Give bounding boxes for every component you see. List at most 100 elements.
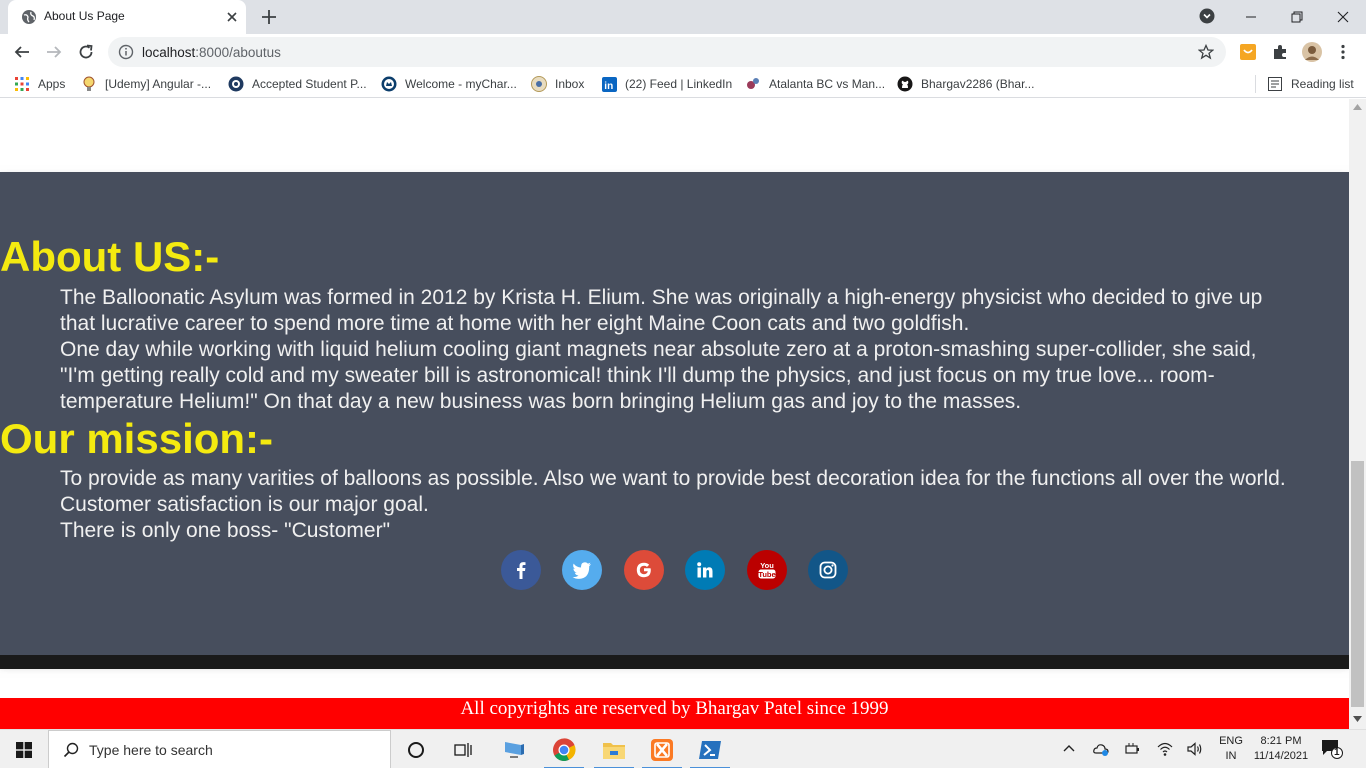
mission-line-3: There is only one boss- "Customer" [60, 519, 391, 542]
task-view-icon [454, 742, 472, 757]
taskbar-app-chrome[interactable] [540, 730, 588, 768]
folder-icon [603, 742, 625, 759]
linkedin-link[interactable] [685, 550, 725, 590]
wifi-icon[interactable] [1157, 741, 1173, 757]
forward-arrow-icon[interactable] [45, 43, 63, 61]
bookmark-github[interactable]: Bhargav2286 (Bhar... [897, 76, 1034, 92]
bookmark-star-icon[interactable] [1198, 44, 1214, 60]
address-bar[interactable]: localhost:8000/aboutus [108, 37, 1226, 67]
browser-toolbar: localhost:8000/aboutus [0, 34, 1366, 70]
clock-date: 11/14/2021 [1253, 750, 1309, 762]
twitter-icon [572, 562, 591, 579]
reload-icon[interactable] [77, 43, 95, 61]
bookmark-label: Inbox [555, 77, 585, 91]
taskbar-app-network[interactable] [490, 730, 538, 768]
tray-chevron-up-icon[interactable] [1061, 741, 1077, 757]
mission-text: To provide as many varities of balloons … [60, 466, 1289, 544]
search-icon [63, 742, 79, 758]
cortana-circle-icon [408, 741, 424, 758]
apps-grid-icon [14, 76, 30, 92]
reading-list-button[interactable]: Reading list [1267, 76, 1354, 92]
new-tab-plus-icon[interactable] [260, 8, 278, 26]
monitor-app-icon [505, 741, 524, 758]
reading-list-icon [1267, 76, 1283, 92]
task-view-button[interactable] [440, 730, 488, 768]
menu-kebab-icon[interactable] [1334, 43, 1352, 61]
volume-icon[interactable] [1187, 741, 1203, 757]
language-indicator[interactable]: ENG IN [1214, 734, 1248, 764]
region-code: IN [1225, 750, 1237, 762]
url-path: :8000/aboutus [195, 45, 281, 60]
site-info-icon[interactable] [118, 44, 134, 60]
bookmarks-separator [1255, 75, 1256, 93]
university-seal-icon [228, 76, 244, 92]
chrome-icon [553, 737, 576, 761]
windows-logo-icon [16, 741, 32, 758]
restore-button[interactable] [1274, 0, 1320, 34]
udemy-bulb-icon [81, 76, 97, 92]
extensions-puzzle-icon[interactable] [1271, 43, 1289, 61]
url-host: localhost [142, 45, 196, 60]
close-window-button[interactable] [1320, 0, 1366, 34]
cortana-button[interactable] [392, 730, 440, 768]
instagram-link[interactable] [808, 550, 848, 590]
tab-search-chevron-icon[interactable] [1199, 8, 1215, 24]
bookmark-apps[interactable]: Apps [14, 76, 65, 92]
close-tab-icon[interactable] [224, 9, 240, 25]
google-link[interactable] [624, 550, 664, 590]
taskbar-app-xampp[interactable] [638, 730, 686, 768]
bookmark-label: Welcome - myChar... [405, 77, 517, 91]
url-text: localhost:8000/aboutus [142, 45, 281, 60]
bookmark-linkedin[interactable]: in (22) Feed | LinkedIn [601, 76, 732, 92]
back-arrow-icon[interactable] [13, 43, 31, 61]
bookmark-label: Bhargav2286 (Bhar... [921, 77, 1035, 91]
clock[interactable]: 8:21 PM 11/14/2021 [1248, 734, 1314, 764]
google-icon [636, 562, 651, 578]
bookmark-label: (22) Feed | LinkedIn [625, 77, 733, 91]
reading-list-label: Reading list [1291, 77, 1354, 91]
vertical-scrollbar[interactable] [1349, 99, 1366, 729]
windows-taskbar: Type here to search ENG IN 8:21 PM 11/14… [0, 729, 1366, 768]
battery-plug-icon[interactable] [1125, 741, 1141, 757]
minimize-icon [1246, 16, 1256, 18]
scrollbar-thumb[interactable] [1351, 461, 1364, 707]
facebook-link[interactable] [501, 550, 541, 590]
svg-text:in: in [604, 81, 613, 92]
mission-heading: Our mission:- [0, 415, 274, 462]
taskbar-search-box[interactable]: Type here to search [48, 730, 391, 768]
bookmarks-bar: Apps [Udemy] Angular -... Accepted Stude… [0, 70, 1366, 98]
profile-avatar[interactable] [1302, 42, 1322, 62]
bookmark-label: Atalanta BC vs Man... [769, 77, 886, 91]
bookmark-accepted-student[interactable]: Accepted Student P... [228, 76, 367, 92]
page-viewport: About US:- The Balloonatic Asylum was fo… [0, 99, 1366, 729]
onedrive-sync-icon[interactable] [1093, 741, 1109, 757]
taskbar-app-file-explorer[interactable] [590, 730, 638, 768]
youtube-link[interactable]: You Tube [747, 550, 787, 590]
taskbar-app-powershell[interactable] [686, 730, 734, 768]
notification-count: 1 [1334, 747, 1340, 758]
bookmark-mychar[interactable]: Welcome - myChar... [381, 76, 517, 92]
instagram-icon [819, 561, 837, 579]
scroll-up-arrow-icon[interactable] [1353, 104, 1362, 110]
powershell-icon [699, 740, 721, 759]
charlotte-crown-icon [381, 76, 397, 92]
bookmark-inbox[interactable]: Inbox [531, 76, 584, 92]
action-center-button[interactable]: 1 [1320, 738, 1344, 760]
mission-line-1: To provide as many varities of balloons … [60, 467, 1286, 490]
language-code: ENG [1219, 735, 1243, 747]
twitter-link[interactable] [562, 550, 602, 590]
bookmark-atalanta[interactable]: Atalanta BC vs Man... [745, 76, 885, 92]
close-icon [1337, 11, 1349, 23]
bookmark-label: [Udemy] Angular -... [105, 77, 212, 91]
minimize-button[interactable] [1228, 0, 1274, 34]
bookmark-udemy[interactable]: [Udemy] Angular -... [81, 76, 211, 92]
about-paragraph-2: One day while working with liquid helium… [60, 338, 1257, 413]
scroll-down-arrow-icon[interactable] [1353, 716, 1362, 722]
browser-tab-active[interactable]: About Us Page [8, 0, 246, 34]
start-button[interactable] [0, 730, 48, 768]
about-text: The Balloonatic Asylum was formed in 201… [60, 285, 1289, 415]
footer-copyright: All copyrights are reserved by Bhargav P… [460, 698, 889, 719]
extension-shopping-icon[interactable] [1239, 43, 1257, 61]
mission-line-2: Customer satisfaction is our major goal. [60, 493, 429, 516]
youtube-icon: You Tube [758, 561, 775, 579]
